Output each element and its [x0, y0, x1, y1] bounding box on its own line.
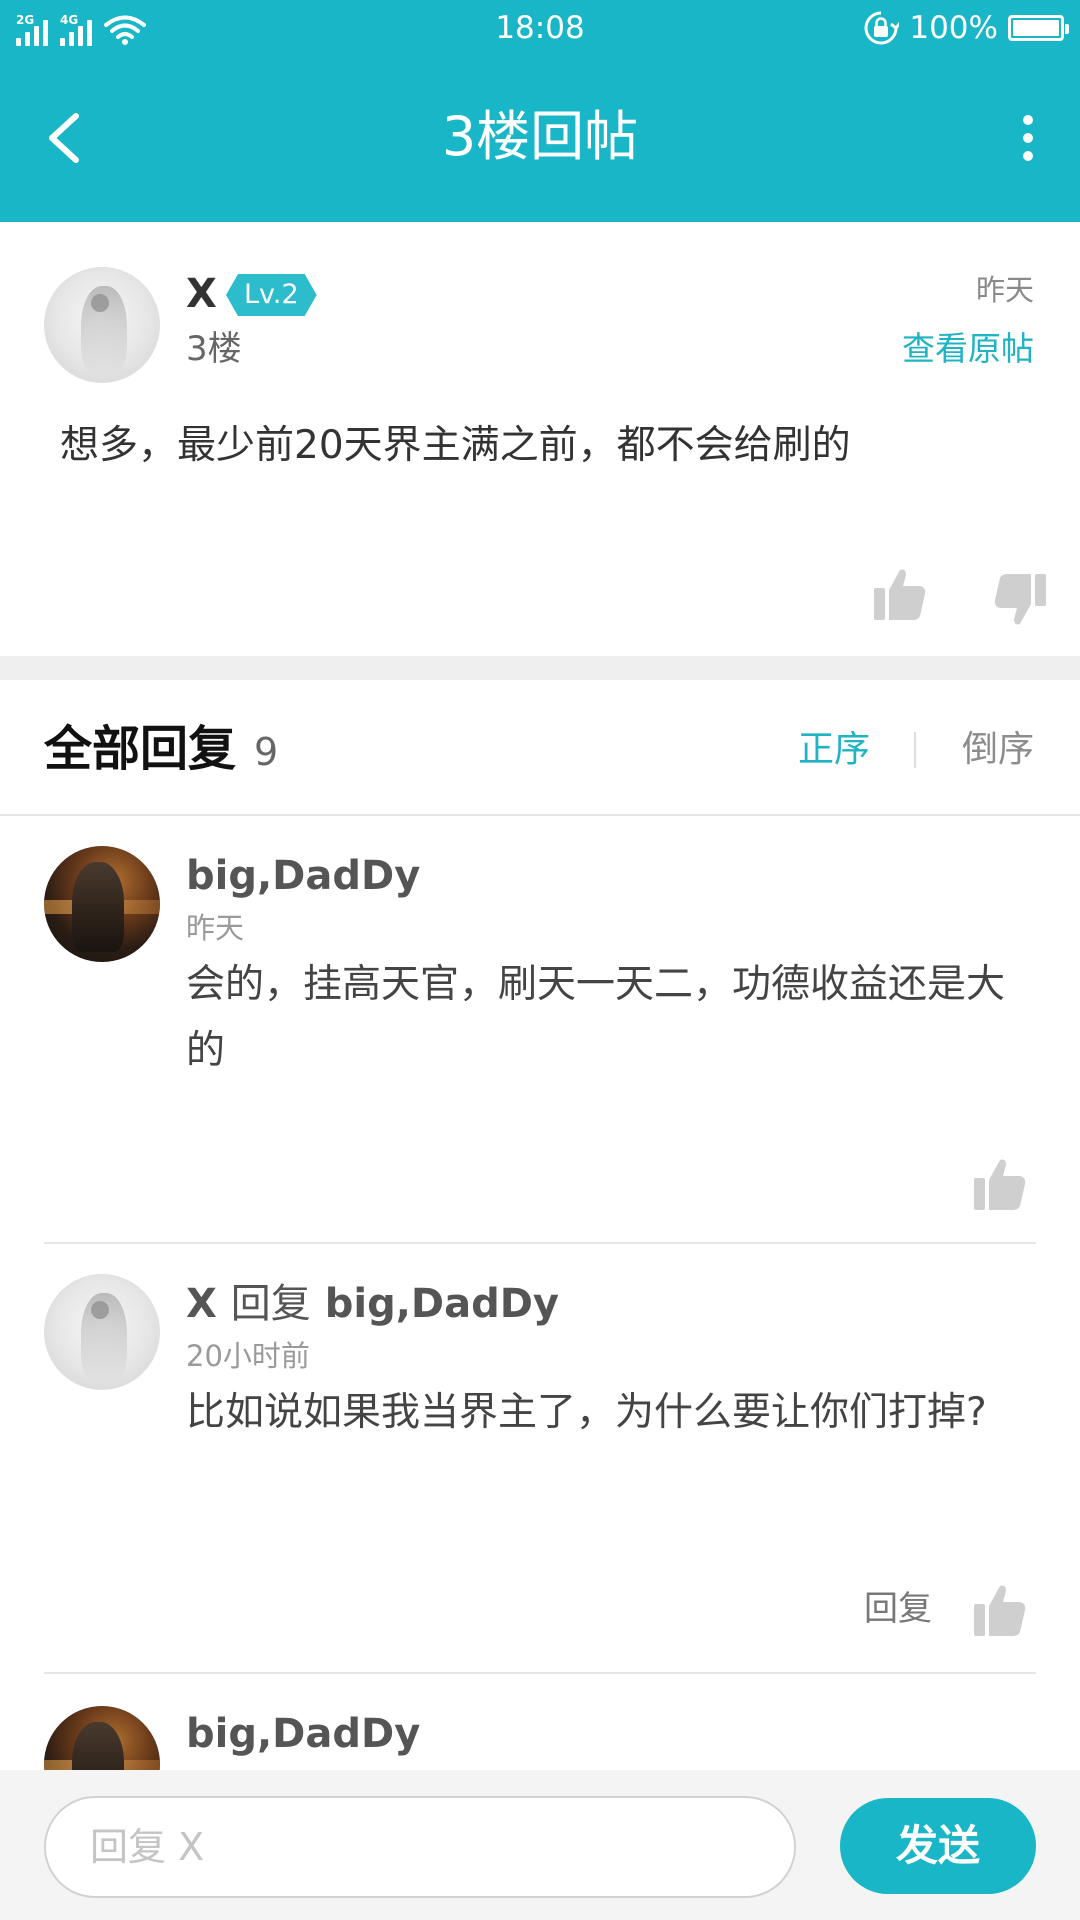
- avatar[interactable]: [44, 846, 160, 962]
- replies-title: 全部回复: [44, 721, 237, 777]
- reply-input-bar: 发送: [0, 1770, 1080, 1920]
- section-divider: [0, 656, 1080, 680]
- page-title: 3楼回帖: [441, 105, 639, 168]
- reply-author-name[interactable]: big,DadDy: [186, 1706, 420, 1762]
- reply-input[interactable]: [44, 1796, 796, 1898]
- post-content: 想多，最少前20天界主满之前，都不会给刷的: [60, 423, 851, 468]
- battery-percent: 100%: [909, 10, 998, 46]
- battery-fill: [1013, 20, 1059, 36]
- thumbs-up-icon[interactable]: [874, 566, 926, 622]
- reply-item: big,DadDy: [0, 1674, 1080, 1770]
- send-button[interactable]: 发送: [840, 1798, 1036, 1894]
- reply-content: 比如说如果我当界主了，为什么要让你们打掉?: [186, 1390, 987, 1435]
- reply-content: 会的，挂高天官，刷天一天二，功德收益还是大的: [186, 962, 1006, 1073]
- level-badge: Lv.2: [226, 274, 317, 316]
- sort-ascending-button[interactable]: 正序: [798, 722, 870, 778]
- avatar[interactable]: [44, 267, 160, 383]
- post-floor: 3楼: [186, 329, 242, 369]
- more-vertical-icon[interactable]: [1008, 106, 1048, 170]
- view-original-link[interactable]: 查看原帖: [902, 326, 1034, 372]
- app-header: 3楼回帖: [0, 56, 1080, 222]
- status-bar: 2G 4G 18:08 100%: [0, 0, 1080, 56]
- post-time: 昨天: [975, 273, 1034, 307]
- post-author-name[interactable]: X: [186, 266, 217, 322]
- reply-item: X 回复 big,DadDy 20小时前 比如说如果我当界主了，为什么要让你们打…: [0, 1244, 1080, 1674]
- replies-count: 9: [254, 730, 279, 774]
- reply-time: 20小时前: [186, 1339, 310, 1373]
- reply-verb: 回复: [230, 1281, 311, 1327]
- sort-descending-button[interactable]: 倒序: [962, 722, 1034, 778]
- rotation-lock-icon: [864, 11, 900, 45]
- replies-header: 全部回复 9 正序 倒序: [0, 680, 1080, 816]
- thumbs-up-icon[interactable]: [974, 1582, 1026, 1638]
- avatar[interactable]: [44, 1706, 160, 1770]
- reply-author-line: X 回复 big,DadDy: [186, 1276, 559, 1332]
- reply-author-name[interactable]: big,DadDy: [186, 848, 420, 904]
- original-post: X Lv.2 3楼 昨天 查看原帖 想多，最少前20天界主满之前，都不会给刷的: [0, 222, 1080, 656]
- avatar[interactable]: [44, 1274, 160, 1390]
- thumbs-up-icon[interactable]: [974, 1156, 1026, 1212]
- app-root: 2G 4G 18:08 100% 3楼回帖 X Lv.2 3楼 昨天 查看原帖 …: [0, 0, 1080, 1920]
- sort-separator: [914, 732, 916, 768]
- status-right: 100%: [863, 8, 1069, 48]
- thumbs-down-icon[interactable]: [994, 572, 1046, 628]
- reply-item: big,DadDy 昨天 会的，挂高天官，刷天一天二，功德收益还是大的: [0, 816, 1080, 1244]
- reply-author-name[interactable]: X: [186, 1281, 217, 1327]
- battery-icon: [1008, 15, 1069, 41]
- reply-button[interactable]: 回复: [864, 1586, 932, 1632]
- reply-target-name[interactable]: big,DadDy: [325, 1281, 559, 1327]
- reply-time: 昨天: [186, 911, 245, 945]
